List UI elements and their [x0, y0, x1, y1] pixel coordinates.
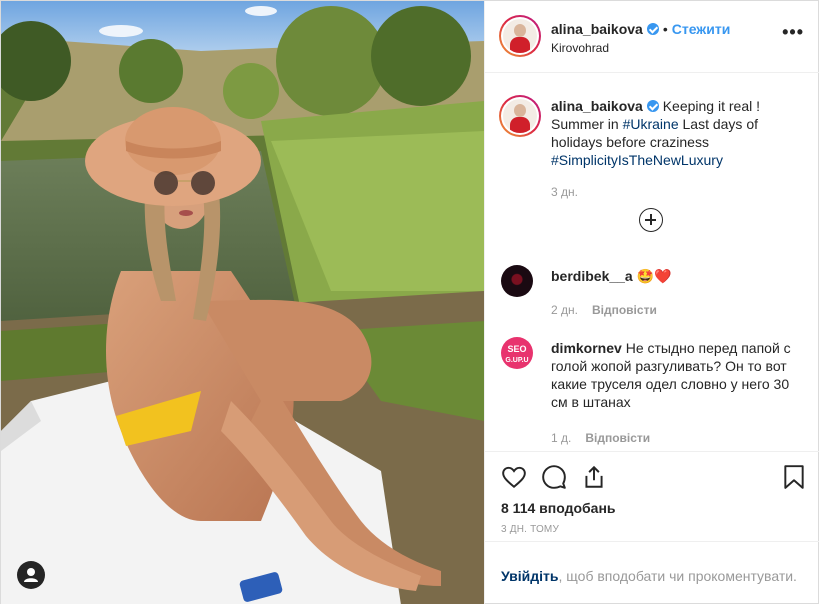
post-actions: 8 114 вподобань 3 ДН. ТОМУ — [485, 451, 819, 541]
plus-circle-icon[interactable] — [639, 208, 663, 232]
post-location[interactable]: Kirovohrad — [551, 41, 609, 55]
likes-count[interactable]: 8 114 вподобань — [501, 500, 616, 516]
post-sidebar: alina_baikova • Стежити Kirovohrad ••• ali… — [484, 1, 819, 604]
bookmark-icon[interactable] — [781, 464, 807, 490]
post-header: alina_baikova • Стежити Kirovohrad ••• — [485, 1, 819, 73]
login-link[interactable]: Увійдіть — [501, 568, 559, 584]
share-icon[interactable] — [581, 464, 607, 490]
comment-username[interactable]: dimkornev — [551, 340, 622, 356]
comment-username[interactable]: berdibek__a — [551, 268, 633, 284]
caption-username[interactable]: alina_baikova — [551, 98, 643, 114]
hashtag-simplicity[interactable]: #SimplicityIsTheNewLuxury — [551, 152, 723, 168]
comment-avatar[interactable] — [501, 265, 533, 297]
post-date[interactable]: 3 ДН. ТОМУ — [501, 524, 559, 535]
avatar-text: SEO — [507, 344, 527, 354]
caption-text: alina_baikova Keeping it real ! Summer i… — [551, 97, 801, 169]
tagged-users-button[interactable] — [17, 561, 45, 589]
reply-button[interactable]: Відповісти — [585, 431, 650, 445]
caption-time[interactable]: 3 дн. — [551, 185, 578, 199]
separator-dot: • — [662, 21, 668, 37]
comments-section: alina_baikova Keeping it real ! Summer i… — [485, 73, 819, 451]
author-avatar[interactable] — [499, 15, 541, 57]
more-options-button[interactable]: ••• — [782, 23, 804, 41]
comment-meta: 2 дн. Відповісти — [551, 301, 657, 319]
caption-avatar[interactable] — [499, 95, 541, 137]
login-prompt: Увійдіть, щоб вподобати чи прокоментуват… — [485, 541, 819, 604]
comment-meta: 1 д. Відповісти — [551, 429, 650, 447]
follow-button[interactable]: Стежити — [672, 21, 731, 37]
comment-time[interactable]: 1 д. — [551, 431, 571, 445]
comment: berdibek__a 🤩❤️ — [551, 267, 671, 285]
hashtag-ukraine[interactable]: #Ukraine — [623, 116, 679, 132]
comment: dimkornev Не стыдно перед папой с голой … — [551, 339, 801, 411]
comment-icon[interactable] — [541, 464, 567, 490]
post-photo[interactable] — [1, 1, 484, 604]
author-username[interactable]: alina_baikova — [551, 21, 643, 37]
instagram-post: alina_baikova • Стежити Kirovohrad ••• ali… — [0, 0, 819, 604]
reply-button[interactable]: Відповісти — [592, 303, 657, 317]
comment-text: 🤩❤️ — [636, 268, 672, 284]
verified-badge-icon — [646, 23, 659, 35]
verified-badge-icon — [646, 100, 659, 112]
login-prompt-text: , щоб вподобати чи прокоментувати. — [558, 568, 797, 584]
comment-avatar[interactable]: SEO G.UP.U — [501, 337, 533, 369]
photo-image — [1, 1, 484, 604]
avatar-subtext: G.UP.U — [505, 357, 529, 364]
comment-time[interactable]: 2 дн. — [551, 303, 578, 317]
heart-icon[interactable] — [501, 464, 527, 490]
user-icon — [24, 568, 38, 582]
